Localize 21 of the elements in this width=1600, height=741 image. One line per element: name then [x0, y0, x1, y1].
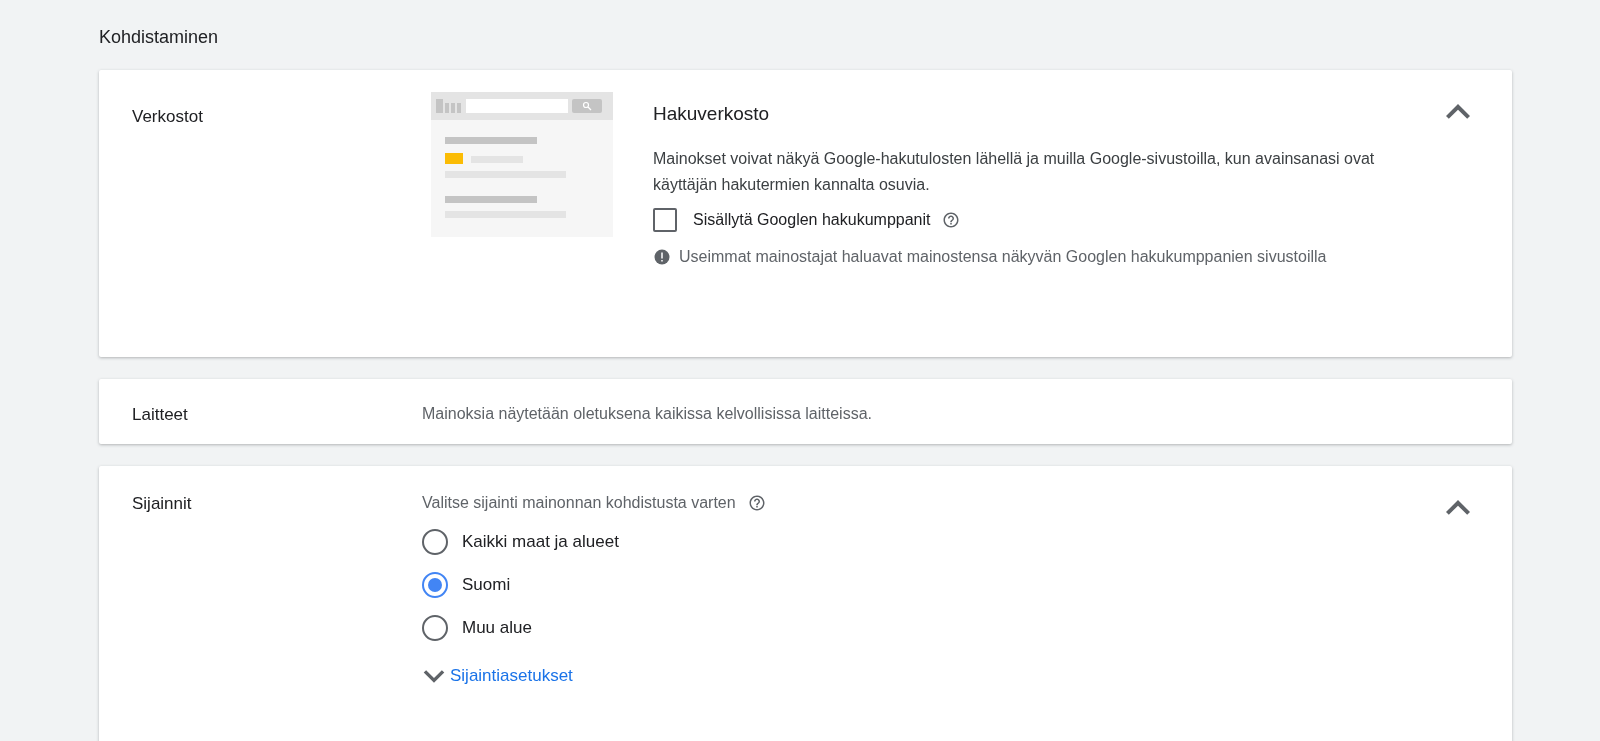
notice-text: Useimmat mainostajat haluavat mainostensa näkyvän Googlen hakukumppanien sivustoilla: [679, 246, 1328, 267]
section-label: Laitteet: [132, 405, 188, 424]
radio-label: Kaikki maat ja alueet: [462, 531, 619, 554]
help-icon[interactable]: [747, 494, 766, 512]
section-heading: Kohdistaminen: [99, 26, 220, 49]
network-description: Mainokset voivat näkyä Google-hakutulosten lähellä ja muilla Google-sivustoilla, kun avainsanasi ovat käyttäjän hakutermien kannalta osuvia.: [653, 148, 1376, 195]
radio-label: Muu alue: [462, 617, 532, 640]
radio-label: Suomi: [462, 574, 511, 597]
checkbox-label: Sisällytä Googlen hakukumppanit: [693, 209, 931, 230]
help-icon[interactable]: [942, 210, 961, 229]
radio-button[interactable]: [422, 572, 448, 598]
network-title: Hakuverkosto: [653, 102, 771, 126]
radio-button[interactable]: [422, 529, 448, 555]
checkbox[interactable]: [653, 207, 677, 232]
location-prompt: Valitse sijainti mainonnan kohdistusta varten: [422, 493, 736, 513]
section-label: Sijainnit: [132, 494, 192, 513]
section-label: Verkostot: [132, 107, 203, 126]
radio-button[interactable]: [422, 615, 448, 641]
alert-icon: [653, 247, 671, 266]
location-settings-link[interactable]: Sijaintiasetukset: [422, 663, 573, 689]
devices-text: Mainoksia näytetään oletuksena kaikissa kelvollisissa laitteissa.: [422, 405, 872, 422]
